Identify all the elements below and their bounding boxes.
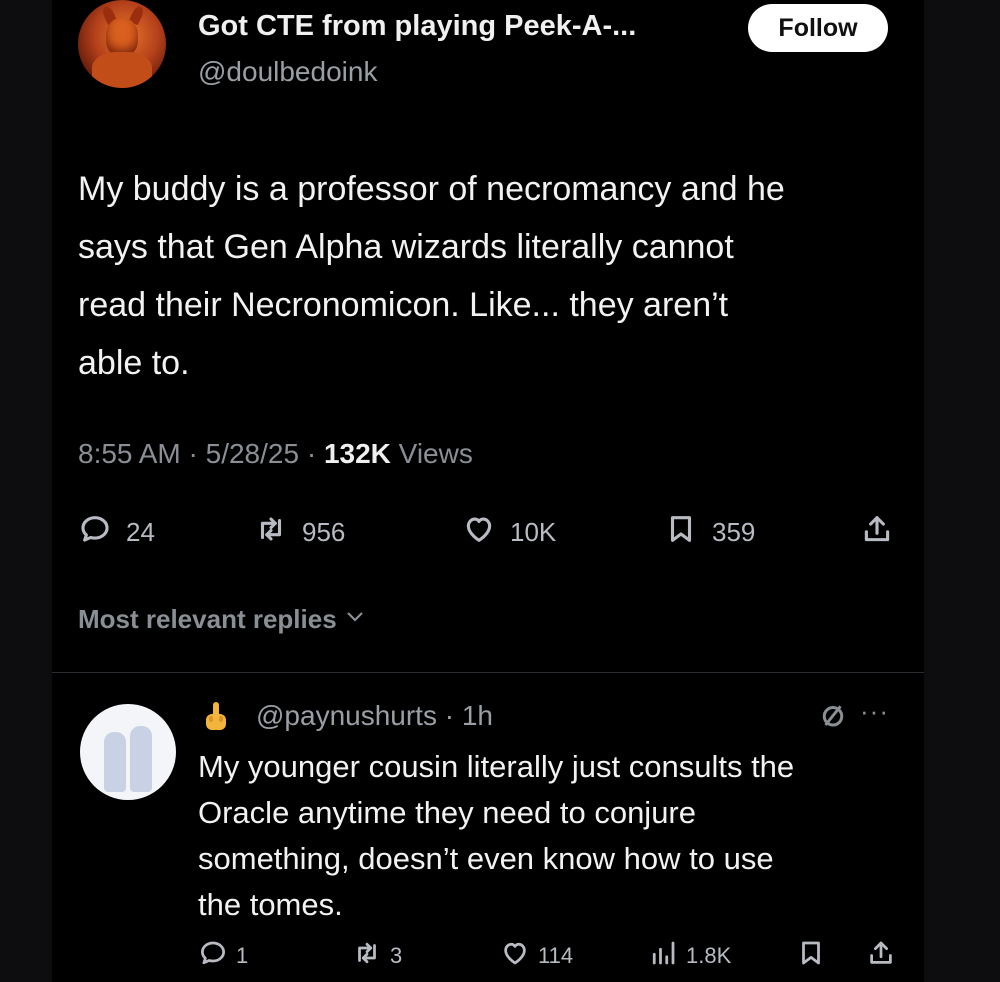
share-button[interactable] [860,510,894,554]
views-count: 132K [323,438,391,469]
post-text-line: read their Necronomicon. Like... they ar… [78,286,729,324]
reply-header: @paynushurts · 1h [256,700,493,732]
replies-sort-dropdown[interactable]: Most relevant replies [78,604,367,635]
reply-text: My younger cousin literally just consult… [198,744,794,928]
repost-button[interactable]: 956 [254,510,345,554]
reply-text-line: My younger cousin literally just consult… [198,749,795,784]
reply-bookmark-button[interactable] [796,936,826,976]
author-avatar[interactable] [78,0,166,88]
bookmark-button[interactable]: 359 [664,510,755,554]
reply-text-line: the tomes. [198,887,343,922]
meta-separator: · [188,438,198,469]
reply-count: 24 [126,516,155,547]
meta-separator: · [444,700,455,731]
follow-button[interactable]: Follow [748,4,888,52]
post-text: My buddy is a professor of necromancy an… [78,160,918,392]
replies-sort-label: Most relevant replies [78,604,337,634]
bookmark-icon [664,512,698,553]
like-button[interactable]: 10K [462,510,556,554]
author-display-name[interactable]: Got CTE from playing Peek-A-... [198,10,636,43]
share-upload-icon [866,938,896,974]
middle-finger-emoji-icon [202,700,230,734]
mute-button[interactable] [818,700,848,730]
like-count: 10K [510,516,557,547]
divider [52,672,924,673]
post-time[interactable]: 8:55 AM [78,438,181,469]
reply-views-button[interactable]: 1.8K [648,936,731,976]
slashed-circle-icon [818,705,848,734]
views-label: Views [398,438,473,469]
repost-arrows-icon [254,512,288,553]
reply-repost-count: 3 [390,943,403,968]
reply-like-count: 114 [538,943,574,968]
bookmark-icon [796,938,826,974]
post-card: Got CTE from playing Peek-A-... @doulbed… [52,0,924,982]
reply-text-line: something, doesn’t even know how to use [198,841,774,876]
reply-author-avatar[interactable] [80,704,176,800]
share-upload-icon [860,512,894,553]
post-text-line: able to. [78,344,190,382]
heart-icon [500,938,530,974]
more-options-button[interactable]: ··· [860,696,889,727]
reply-repost-button[interactable]: 3 [352,936,402,976]
chevron-down-icon [343,604,367,635]
bar-chart-icon [648,938,678,974]
post-date[interactable]: 5/28/25 [206,438,299,469]
meta-separator: · [306,438,317,469]
author-handle[interactable]: @doulbedoink [198,56,377,88]
heart-icon [462,512,496,553]
repost-count: 956 [302,516,346,547]
post-text-line: My buddy is a professor of necromancy an… [78,170,785,208]
reply-like-button[interactable]: 114 [500,936,573,976]
speech-bubble-icon [198,938,228,974]
repost-arrows-icon [352,938,382,974]
reply-views-count: 1.8K [686,943,732,968]
reply-reply-count: 1 [236,943,249,968]
reply-handle[interactable]: @paynushurts [256,700,437,731]
reply-age: 1h [461,700,494,731]
post-text-line: says that Gen Alpha wizards literally ca… [78,228,734,266]
post-meta: 8:55 AM · 5/28/25 · 132K Views [78,438,473,470]
reply-share-button[interactable] [866,936,896,976]
speech-bubble-icon [78,512,112,553]
reply-button[interactable]: 24 [78,510,155,554]
reply-text-line: Oracle anytime they need to conjure [198,795,696,830]
bookmark-count: 359 [712,516,756,547]
reply-reply-button[interactable]: 1 [198,936,248,976]
